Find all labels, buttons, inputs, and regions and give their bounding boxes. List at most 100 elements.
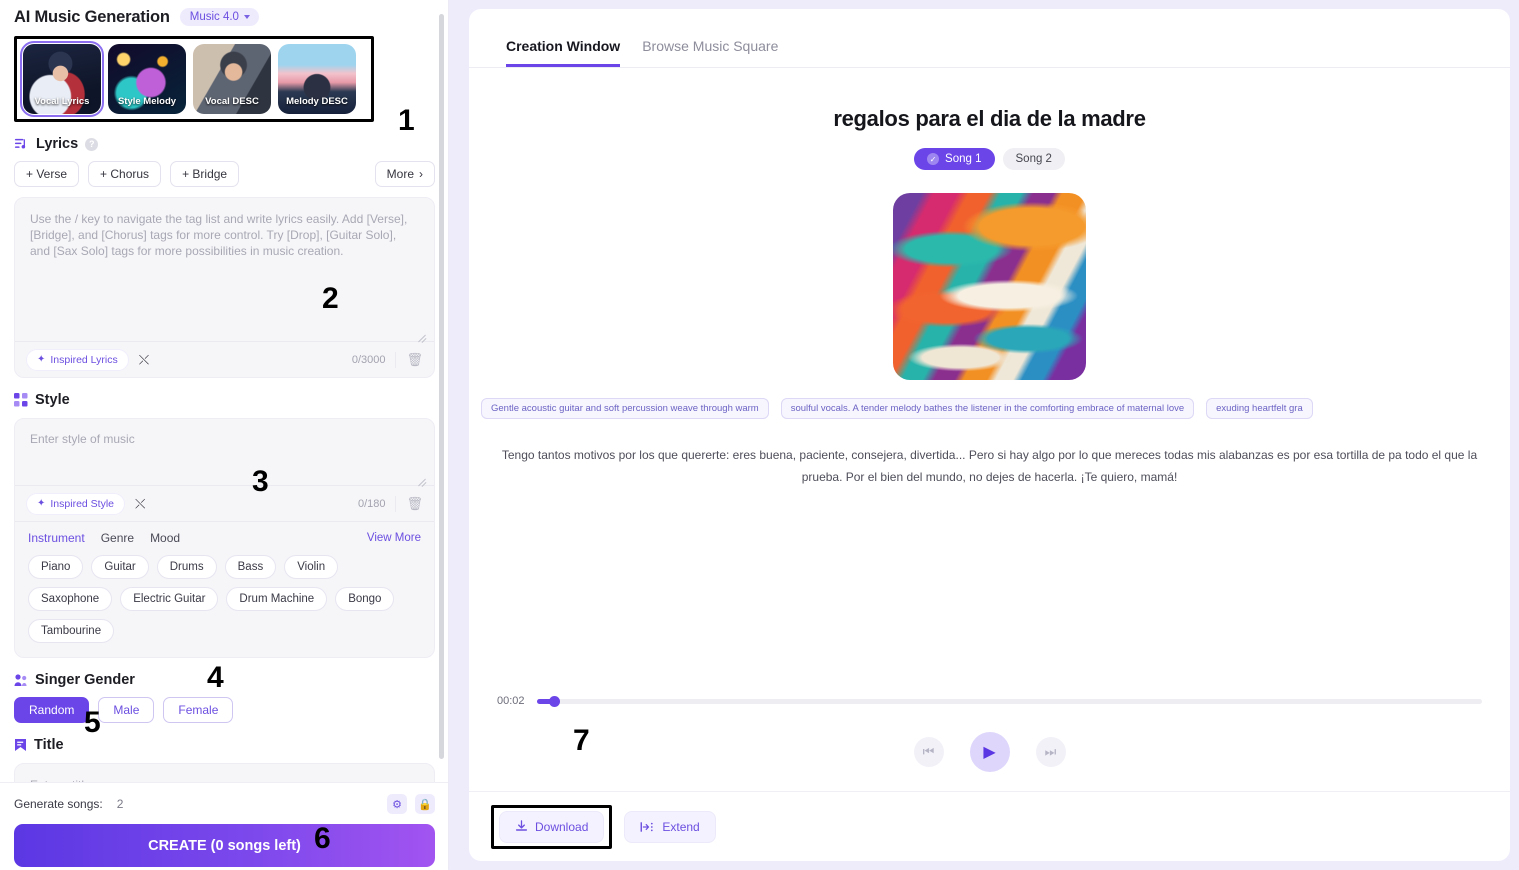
right-panel: Creation Window Browse Music Square rega… <box>449 0 1519 870</box>
lyrics-character-counter: 0/3000 <box>351 353 386 366</box>
gender-option-female[interactable]: Female <box>163 697 234 723</box>
tab-browse-music-square[interactable]: Browse Music Square <box>642 38 778 67</box>
page-title: AI Music Generation <box>14 7 170 26</box>
style-chip[interactable]: Bongo <box>335 587 395 611</box>
generate-songs-row: Generate songs: 2 ⚙ 🔒 <box>14 791 435 817</box>
title-bookmark-icon <box>15 739 26 751</box>
mode-card-vocal-lyrics[interactable]: Vocal Lyrics <box>20 41 104 117</box>
mode-selector: Vocal Lyrics Style Melody Vocal DESC Mel… <box>20 41 365 117</box>
style-chip[interactable]: Piano <box>28 555 84 579</box>
model-selector[interactable]: Music 4.0 <box>179 8 259 26</box>
song-variant-2[interactable]: Song 2 <box>1002 148 1065 170</box>
shuffle-icon[interactable]: ⤬ <box>139 352 149 368</box>
style-chip-list: Piano Guitar Drums Bass Violin Saxophone… <box>15 545 434 657</box>
mode-card-vocal-desc[interactable]: Vocal DESC <box>193 44 271 114</box>
style-card: Enter style of music ✦ Inspired Style ⤬ … <box>14 418 435 658</box>
left-panel-footer: Generate songs: 2 ⚙ 🔒 CREATE (0 songs le… <box>0 782 448 870</box>
extend-button[interactable]: Extend <box>624 810 716 843</box>
style-tab-mood[interactable]: Mood <box>150 531 180 545</box>
trash-icon[interactable]: 🗑 <box>395 351 423 368</box>
title-heading: Title <box>34 737 64 753</box>
style-category-tabs: Instrument Genre Mood View More <box>15 521 434 545</box>
next-track-icon[interactable]: ⏭ <box>1035 737 1066 767</box>
add-verse-button[interactable]: + Verse <box>14 161 80 187</box>
album-artwork[interactable] <box>893 193 1086 380</box>
annotation-4: 4 <box>207 661 224 694</box>
lyrics-card-footer: ✦ Inspired Lyrics ⤬ 0/3000 🗑 <box>15 341 434 377</box>
gender-option-random[interactable]: Random <box>14 697 90 723</box>
download-label: Download <box>535 819 589 834</box>
tab-bar: Creation Window Browse Music Square <box>469 9 1510 67</box>
style-tab-instrument[interactable]: Instrument <box>28 531 85 545</box>
description-tag[interactable]: exuding heartfelt gra <box>1206 398 1313 419</box>
add-bridge-button[interactable]: + Bridge <box>170 161 240 187</box>
download-button[interactable]: Download <box>499 810 605 843</box>
mode-card-label: Vocal DESC <box>205 96 259 107</box>
lyrics-input[interactable]: Use the / key to navigate the tag list a… <box>15 198 434 341</box>
song-variant-label: Song 2 <box>1015 153 1052 165</box>
creation-card: Creation Window Browse Music Square rega… <box>469 9 1510 861</box>
mode-card-melody-desc[interactable]: Melody DESC <box>278 44 356 114</box>
progress-knob[interactable] <box>548 695 560 707</box>
progress-slider[interactable] <box>536 695 1482 707</box>
lyrics-icon <box>14 138 26 149</box>
lock-icon[interactable]: 🔒 <box>415 794 435 814</box>
style-tab-genre[interactable]: Genre <box>101 531 134 545</box>
style-chip[interactable]: Bass <box>224 555 277 579</box>
audio-player: 00:02 ⏮ ▶ ⏭ <box>469 695 1510 772</box>
inspired-lyrics-button[interactable]: ✦ Inspired Lyrics <box>26 348 129 371</box>
sparkle-icon: ✦ <box>37 498 46 509</box>
style-input[interactable]: Enter style of music <box>15 419 434 485</box>
chevron-right-icon: › <box>419 167 423 181</box>
style-chip[interactable]: Electric Guitar <box>120 587 219 611</box>
title-input[interactable]: Enter a title <box>14 763 435 783</box>
style-chip[interactable]: Violin <box>284 555 339 579</box>
song-lyrics-text: Tengo tantos motivos por los que querert… <box>501 448 1478 485</box>
app-header: AI Music Generation Music 4.0 <box>14 0 435 30</box>
description-tag-list: Gentle acoustic guitar and soft percussi… <box>481 398 1510 419</box>
play-button-icon[interactable]: ▶ <box>969 732 1010 772</box>
create-button[interactable]: CREATE (0 songs left) <box>14 824 435 867</box>
help-icon[interactable]: ? <box>85 137 99 151</box>
tab-divider <box>469 67 1510 68</box>
style-chip[interactable]: Saxophone <box>28 587 113 611</box>
description-tag[interactable]: Gentle acoustic guitar and soft percussi… <box>481 398 769 419</box>
left-panel-scrollbar[interactable] <box>439 14 444 759</box>
lyrics-heading: Lyrics <box>36 136 79 152</box>
extend-icon <box>640 821 654 832</box>
lyrics-card: Use the / key to navigate the tag list a… <box>14 197 435 378</box>
style-chip[interactable]: Tambourine <box>28 619 115 643</box>
style-chip[interactable]: Drum Machine <box>226 587 328 611</box>
style-chip[interactable]: Guitar <box>91 555 149 579</box>
inspired-lyrics-label: Inspired Lyrics <box>50 353 118 366</box>
style-section-header: Style <box>14 392 435 408</box>
song-variant-1[interactable]: ✓ Song 1 <box>914 148 995 170</box>
annotation-2: 2 <box>322 282 339 315</box>
style-resize-handle[interactable] <box>418 475 427 484</box>
more-tags-button[interactable]: More › <box>374 161 435 187</box>
previous-track-icon[interactable]: ⏮ <box>913 737 944 767</box>
mode-card-style-melody[interactable]: Style Melody <box>108 44 186 114</box>
sparkle-icon: ✦ <box>37 354 46 365</box>
chevron-down-icon <box>243 15 250 19</box>
gender-option-male[interactable]: Male <box>98 697 155 723</box>
progress-row: 00:02 <box>469 695 1510 707</box>
inspired-style-label: Inspired Style <box>50 497 115 510</box>
gear-icon[interactable]: ⚙ <box>387 794 407 814</box>
lyrics-resize-handle[interactable] <box>418 331 427 340</box>
download-icon <box>515 820 528 831</box>
style-chip[interactable]: Drums <box>156 555 217 579</box>
left-panel-scroll-content: AI Music Generation Music 4.0 Vocal Lyri… <box>0 0 448 783</box>
tab-creation-window[interactable]: Creation Window <box>506 38 621 67</box>
download-highlight-box: Download <box>491 804 613 849</box>
view-more-link[interactable]: View More <box>367 532 421 544</box>
add-chorus-button[interactable]: + Chorus <box>88 161 162 187</box>
inspired-style-button[interactable]: ✦ Inspired Style <box>26 492 126 515</box>
song-title: regalos para el dia de la madre <box>833 106 1146 131</box>
shuffle-icon[interactable]: ⤬ <box>135 496 145 512</box>
trash-icon[interactable]: 🗑 <box>395 495 423 512</box>
extend-label: Extend <box>662 819 700 834</box>
annotation-7: 7 <box>573 724 590 757</box>
mode-card-label: Vocal Lyrics <box>34 96 90 107</box>
description-tag[interactable]: soulful vocals. A tender melody bathes t… <box>780 398 1195 419</box>
